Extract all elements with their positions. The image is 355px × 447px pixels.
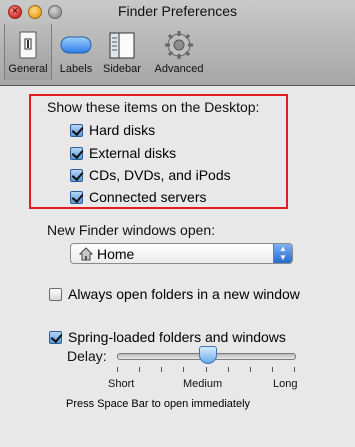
desktop-items-heading: Show these items on the Desktop: [47, 99, 260, 115]
slider-tick [271, 367, 273, 372]
slider-tick [227, 367, 229, 372]
window-title: Finder Preferences [117, 3, 238, 19]
tab-sidebar-label: Sidebar [103, 63, 141, 75]
external-disks-option[interactable]: External disks [70, 144, 176, 162]
tick-label-medium: Medium [183, 378, 223, 390]
spring-loaded-option[interactable]: Spring-loaded folders and windows [49, 328, 286, 346]
delay-slider-knob[interactable] [198, 346, 217, 364]
always-open-checkbox[interactable] [49, 287, 62, 301]
hard-disks-option[interactable]: Hard disks [70, 121, 155, 139]
slider-tick [249, 367, 251, 372]
external-disks-checkbox[interactable] [70, 146, 83, 160]
new-window-popup[interactable]: Home ▲ ▼ [70, 243, 293, 264]
tab-general[interactable]: General [4, 24, 52, 80]
spring-loaded-checkbox[interactable] [49, 330, 62, 344]
space-bar-note: Press Space Bar to open immediately [66, 398, 251, 410]
hard-disks-label: Hard disks [89, 122, 156, 138]
tab-sidebar[interactable]: Sidebar [96, 24, 148, 80]
title-bar: × Finder Preferences General Labels Side… [0, 0, 355, 86]
tab-advanced[interactable]: Advanced [150, 24, 208, 80]
cds-dvds-ipods-checkbox[interactable] [70, 168, 83, 182]
always-open-label: Always open folders in a new window [68, 286, 300, 302]
connected-servers-label: Connected servers [89, 189, 207, 205]
tab-advanced-label: Advanced [154, 63, 204, 75]
slider-tick [294, 367, 295, 372]
home-icon [78, 247, 94, 266]
always-open-option[interactable]: Always open folders in a new window [49, 285, 300, 303]
slider-tick [183, 367, 185, 372]
spring-loaded-label: Spring-loaded folders and windows [68, 329, 286, 345]
tab-labels-label: Labels [59, 63, 93, 75]
chevron-up-down-icon: ▲ ▼ [273, 244, 292, 263]
labels-icon [58, 29, 94, 61]
cds-dvds-ipods-label: CDs, DVDs, and iPods [89, 167, 231, 183]
delay-slider[interactable] [117, 346, 296, 364]
slider-tick [205, 367, 207, 372]
tab-labels[interactable]: Labels [53, 24, 99, 80]
delay-label: Delay: [67, 348, 107, 364]
tick-label-long: Long [273, 378, 298, 390]
slider-tick [161, 367, 163, 372]
cds-dvds-ipods-option[interactable]: CDs, DVDs, and iPods [70, 166, 231, 184]
general-icon [10, 29, 46, 61]
new-window-label: New Finder windows open: [47, 222, 216, 238]
tab-general-label: General [8, 63, 48, 75]
gear-icon [161, 29, 197, 61]
external-disks-label: External disks [89, 145, 177, 161]
new-window-value: Home [97, 246, 135, 262]
connected-servers-checkbox[interactable] [70, 190, 83, 204]
connected-servers-option[interactable]: Connected servers [70, 188, 207, 206]
slider-tick [139, 367, 141, 372]
sidebar-icon [104, 29, 140, 61]
hard-disks-checkbox[interactable] [70, 123, 83, 137]
slider-tick [117, 367, 118, 372]
preferences-toolbar: General Labels Sidebar Advanced [0, 24, 355, 80]
finder-preferences-window: × Finder Preferences General Labels Side… [0, 0, 355, 447]
tick-label-short: Short [108, 378, 135, 390]
